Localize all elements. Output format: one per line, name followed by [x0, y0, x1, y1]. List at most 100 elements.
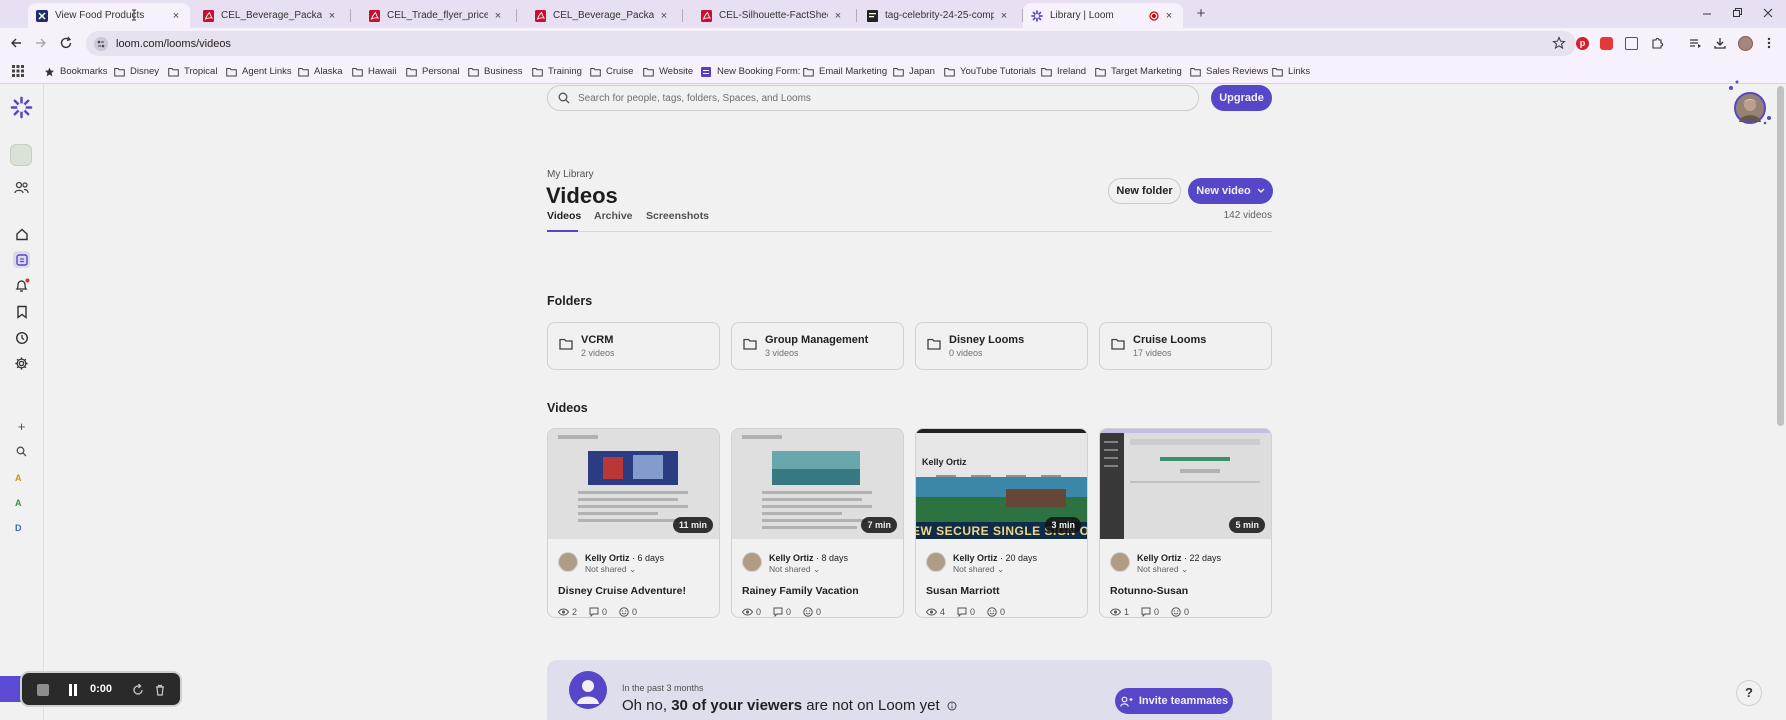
bookmark-item[interactable]: Japan: [893, 64, 935, 79]
pause-button[interactable]: [68, 684, 78, 696]
video-card[interactable]: 7 min Kelly Ortiz · 8 days Not shared ⌄ Rai…: [731, 428, 904, 618]
space-shortcut[interactable]: D: [15, 523, 22, 533]
restart-icon[interactable]: [132, 684, 144, 696]
bookmark-item[interactable]: Cruise: [590, 64, 633, 79]
close-tab-icon[interactable]: ×: [492, 10, 504, 22]
downloads-icon[interactable]: [1713, 36, 1727, 50]
browser-tab[interactable]: CEL_Beverage_Package_FAQs.p ×: [526, 3, 678, 28]
sharing-status[interactable]: Not shared ⌄: [953, 564, 1004, 575]
apps-grid-icon[interactable]: [12, 65, 24, 77]
tab-videos[interactable]: Videos: [547, 210, 581, 222]
search-input[interactable]: [578, 92, 1178, 104]
add-space-icon[interactable]: +: [13, 418, 30, 435]
sharing-status[interactable]: Not shared ⌄: [585, 564, 636, 575]
folder-card[interactable]: Cruise Looms 17 videos: [1099, 322, 1272, 370]
pinterest-extension-icon[interactable]: p: [1576, 37, 1589, 50]
sharing-status[interactable]: Not shared ⌄: [769, 564, 820, 575]
bookmark-item[interactable]: Agent Links: [226, 64, 292, 79]
video-title[interactable]: Rotunno-Susan: [1110, 585, 1188, 597]
bookmark-item[interactable]: Hawaii: [352, 64, 397, 79]
bookmark-icon[interactable]: [13, 303, 30, 320]
folder-card[interactable]: Disney Looms 0 videos: [915, 322, 1088, 370]
search-spaces-icon[interactable]: [13, 443, 30, 460]
screenshot-extension-icon[interactable]: [1625, 37, 1638, 50]
back-arrow-icon[interactable]: [9, 36, 23, 50]
folder-card[interactable]: Group Management 3 videos: [731, 322, 904, 370]
tab-screenshots[interactable]: Screenshots: [646, 210, 709, 222]
video-thumbnail[interactable]: 11 min: [548, 429, 719, 539]
bookmark-item[interactable]: Target Marketing: [1095, 64, 1182, 79]
bookmark-item[interactable]: Disney: [114, 64, 159, 79]
close-tab-icon[interactable]: ×: [998, 10, 1010, 22]
video-card[interactable]: 5 min Kelly Ortiz · 22 days Not shared ⌄ Ro…: [1099, 428, 1272, 618]
bookmark-item[interactable]: Training: [532, 64, 582, 79]
search-bar[interactable]: [547, 85, 1199, 111]
trash-icon[interactable]: [154, 684, 166, 696]
bookmark-item[interactable]: Business: [468, 64, 523, 79]
window-minimize-button[interactable]: [1700, 6, 1714, 20]
home-icon[interactable]: [13, 225, 30, 242]
bookmark-item[interactable]: Bookmarks: [44, 64, 108, 79]
page-scrollbar[interactable]: [1775, 84, 1786, 720]
bookmark-item[interactable]: Ireland: [1041, 64, 1086, 79]
space-shortcut[interactable]: A: [15, 473, 22, 483]
bookmark-item[interactable]: Sales Reviews: [1190, 64, 1268, 79]
bookmark-item[interactable]: Personal: [406, 64, 460, 79]
window-restore-button[interactable]: [1730, 6, 1744, 20]
forward-arrow-icon[interactable]: [34, 36, 48, 50]
workspace-avatar[interactable]: [10, 144, 32, 166]
settings-gear-icon[interactable]: [13, 355, 30, 372]
bookmark-item[interactable]: Links: [1272, 64, 1310, 79]
bookmark-star-icon[interactable]: [1552, 36, 1566, 50]
new-folder-button[interactable]: New folder: [1108, 178, 1181, 204]
scrollbar-thumb[interactable]: [1777, 86, 1784, 426]
breadcrumb[interactable]: My Library: [547, 169, 594, 180]
site-info-icon[interactable]: [94, 36, 108, 51]
video-card[interactable]: Kelly Ortiz EW SECURE SINGLE SIGN ON 3 min…: [915, 428, 1088, 618]
tab-archive[interactable]: Archive: [594, 210, 633, 222]
reload-icon[interactable]: [59, 36, 73, 50]
sharing-status[interactable]: Not shared ⌄: [1137, 564, 1188, 575]
new-tab-button[interactable]: +: [1194, 6, 1208, 21]
library-icon[interactable]: [13, 251, 30, 268]
browser-tab[interactable]: Library | Loom ×: [1023, 3, 1183, 28]
loom-extension-icon[interactable]: [1600, 37, 1613, 50]
browser-tab[interactable]: CEL_Trade_flyer_price_compariso ×: [360, 3, 512, 28]
notifications-bell-icon[interactable]: [13, 277, 30, 294]
media-controls-icon[interactable]: [1688, 36, 1702, 50]
close-tab-icon[interactable]: ×: [1163, 10, 1175, 22]
bookmark-item[interactable]: Alaska: [298, 64, 343, 79]
invite-teammates-button[interactable]: Invite teammates: [1115, 688, 1233, 714]
video-title[interactable]: Disney Cruise Adventure!: [558, 585, 686, 597]
space-shortcut[interactable]: A: [15, 498, 22, 508]
history-clock-icon[interactable]: [13, 329, 30, 346]
video-thumbnail[interactable]: 7 min: [732, 429, 903, 539]
profile-avatar[interactable]: [1738, 36, 1753, 51]
video-card[interactable]: 11 min Kelly Ortiz · 6 days Not shared ⌄ Di…: [547, 428, 720, 618]
close-tab-icon[interactable]: ×: [832, 10, 844, 22]
video-thumbnail[interactable]: Kelly Ortiz EW SECURE SINGLE SIGN ON 3 min: [916, 429, 1087, 539]
info-icon[interactable]: [947, 701, 957, 711]
bookmark-item[interactable]: YouTube Tutorials: [944, 64, 1036, 79]
bookmark-item[interactable]: Tropical: [168, 64, 217, 79]
close-tab-icon[interactable]: ×: [326, 10, 338, 22]
window-close-button[interactable]: [1761, 6, 1775, 20]
people-icon[interactable]: [13, 179, 30, 196]
video-title[interactable]: Rainey Family Vacation: [742, 585, 859, 597]
loom-logo-icon[interactable]: [10, 96, 33, 119]
extensions-puzzle-icon[interactable]: [1650, 36, 1664, 50]
browser-menu-icon[interactable]: [1766, 36, 1772, 50]
close-tab-icon[interactable]: ×: [658, 10, 670, 22]
help-button[interactable]: ?: [1736, 680, 1762, 706]
bookmark-item[interactable]: Email Marketing: [803, 64, 887, 79]
browser-tab[interactable]: CEL-Silhouette-FactSheet-MICE ×: [692, 3, 852, 28]
browser-tab[interactable]: CEL_Beverage_Package_FAQs.p ×: [194, 3, 346, 28]
bookmark-item[interactable]: Website: [643, 64, 693, 79]
folder-card[interactable]: VCRM 2 videos: [547, 322, 720, 370]
browser-tab[interactable]: tag-celebrity-24-25-compressed ×: [858, 3, 1018, 28]
video-title[interactable]: Susan Marriott: [926, 585, 1000, 597]
browser-tab[interactable]: View Food Products ×: [28, 3, 190, 28]
new-video-button[interactable]: New video: [1188, 178, 1273, 204]
address-bar[interactable]: loom.com/looms/videos: [86, 31, 1576, 56]
stop-recording-button[interactable]: [37, 684, 49, 696]
